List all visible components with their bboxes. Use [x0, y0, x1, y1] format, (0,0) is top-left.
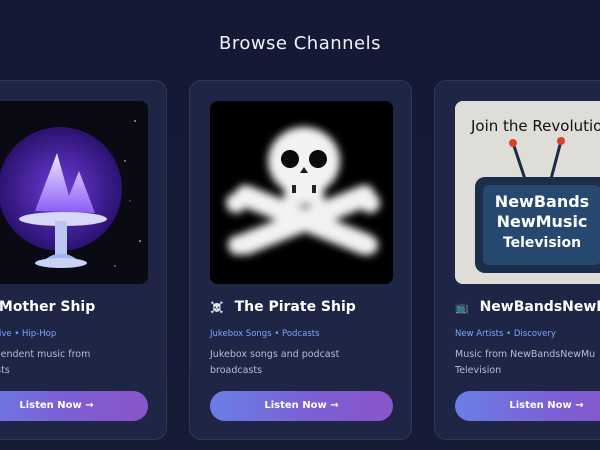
- channel-description: Music from NewBandsNewMu Television: [455, 347, 600, 379]
- channel-title: The Mother Ship: [0, 299, 96, 315]
- listen-now-button[interactable]: Listen Now →: [0, 391, 148, 421]
- art-line-3: Television: [503, 235, 581, 251]
- channel-title: 📺 NewBandsNewMu: [455, 299, 600, 315]
- channel-card-pirate-ship[interactable]: ☠️ The Pirate Ship Jukebox Songs • Podca…: [189, 80, 412, 440]
- channel-description-line: Jukebox songs and podcast: [210, 349, 340, 360]
- channel-card-newbands[interactable]: Join the Revolutio NewBands NewMusic Tel…: [434, 80, 600, 440]
- crescent-moon-fountain-art: [0, 101, 148, 284]
- listen-now-button[interactable]: Listen Now →: [455, 391, 600, 421]
- channel-description: d independent music from ng artists: [0, 347, 115, 379]
- art-line-1: NewBands: [495, 192, 589, 211]
- channel-description-line: d independent music from: [0, 349, 91, 360]
- listen-now-button[interactable]: Listen Now →: [210, 391, 393, 421]
- channel-description-line: Television: [455, 365, 502, 376]
- browse-channels-page: Browse Channels Mother Ship ive • Hip-Ho…: [0, 0, 600, 450]
- television-icon: 📺: [455, 301, 469, 314]
- channel-tags: New Artists • Discovery: [455, 329, 556, 339]
- art-line-2: NewMusic: [497, 212, 588, 231]
- channel-description: Jukebox songs and podcast broadcasts: [210, 347, 360, 379]
- art-header-text: Join the Revolutio: [470, 117, 600, 135]
- channel-tags: Alternative • Hip-Hop: [0, 329, 57, 339]
- channel-description-line: ng artists: [0, 365, 10, 376]
- channel-description-line: Music from NewBandsNewMu: [455, 349, 596, 360]
- channel-card-mother-ship[interactable]: The Mother Ship Alternative • Hip-Hop d …: [0, 80, 167, 440]
- retro-tv-art: Join the Revolutio NewBands NewMusic Tel…: [455, 101, 600, 284]
- channel-tags: Jukebox Songs • Podcasts: [210, 329, 320, 339]
- skull-crossbones-icon: ☠️: [210, 301, 224, 314]
- skull-crossbones-art: [210, 101, 393, 284]
- page-title: Browse Channels: [218, 33, 382, 54]
- channel-title: ☠️ The Pirate Ship: [210, 299, 356, 315]
- channel-description-line: broadcasts: [210, 365, 263, 376]
